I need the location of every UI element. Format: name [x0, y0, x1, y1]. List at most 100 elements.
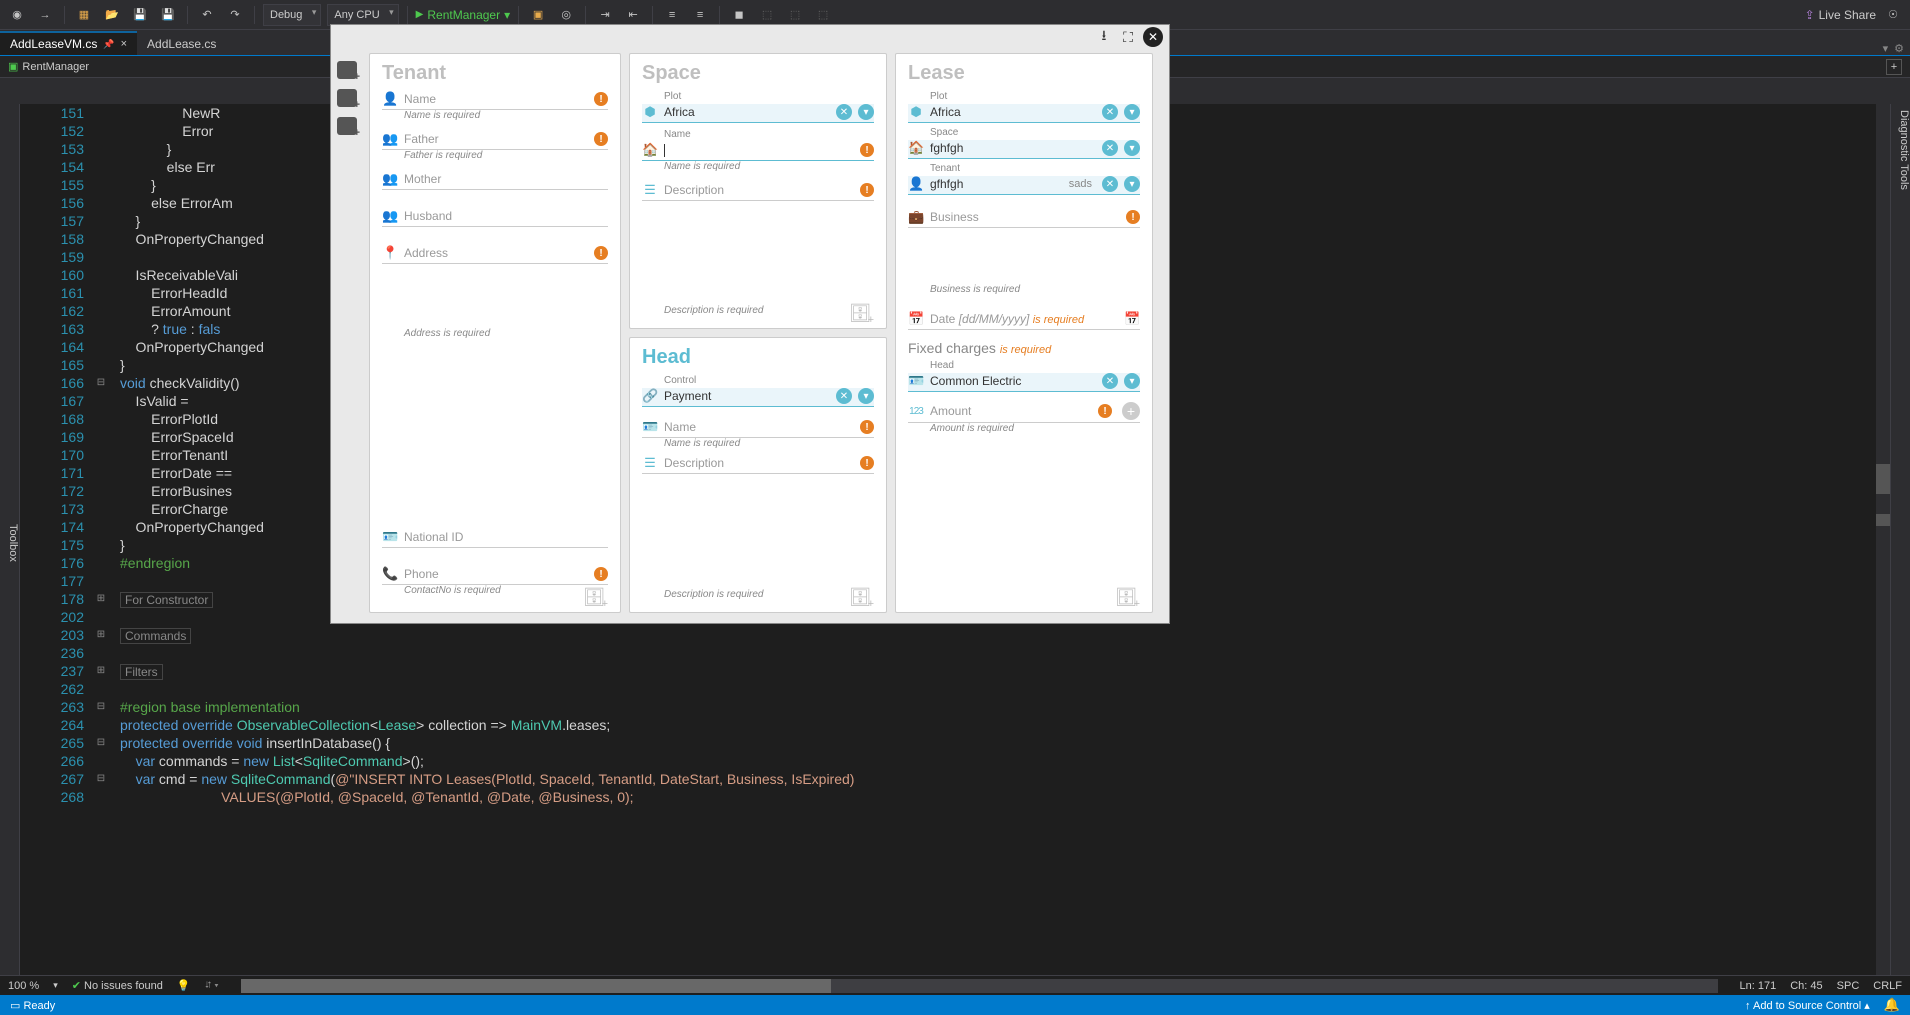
open-icon[interactable]: 📂 — [101, 4, 123, 26]
breadcrumb-add-icon[interactable]: + — [1886, 59, 1902, 75]
indent-icon[interactable]: ≡ — [661, 4, 683, 26]
husband-input[interactable]: Husband — [404, 209, 452, 223]
tool-icon5[interactable]: ⬚ — [812, 4, 834, 26]
db-add-icon[interactable]: 🗄 — [583, 587, 612, 608]
side-icon-1[interactable] — [337, 61, 357, 79]
notifications-icon[interactable]: 🔔 — [1884, 997, 1900, 1013]
tool-icon2[interactable]: ◎ — [555, 4, 577, 26]
redo-icon[interactable]: ↷ — [224, 4, 246, 26]
tool-icon4[interactable]: ⬚ — [784, 4, 806, 26]
dropdown-icon[interactable]: ▾ — [1124, 373, 1140, 389]
nid-input[interactable]: National ID — [404, 530, 463, 544]
phone-input[interactable]: Phone — [404, 567, 439, 581]
business-error: Business is required — [930, 284, 1140, 295]
tab-label: AddLease.cs — [147, 37, 216, 51]
desc-input[interactable]: Description — [664, 456, 724, 470]
db-add-icon[interactable]: 🗄 — [849, 303, 878, 324]
breadcrumb-project[interactable]: RentManager — [22, 61, 89, 73]
plot-label: Plot — [930, 91, 1140, 102]
feedback-icon[interactable]: ☉ — [1882, 4, 1904, 26]
error-icon: ! — [1126, 210, 1140, 224]
close-dialog-icon[interactable]: ✕ — [1143, 27, 1163, 47]
nav-fwd-icon[interactable]: → — [34, 4, 56, 26]
clear-icon[interactable]: ✕ — [1102, 140, 1118, 156]
tab-overflow-icon[interactable]: ▾ — [1883, 42, 1889, 55]
dropdown-icon[interactable]: ▾ — [1124, 140, 1140, 156]
mother-input[interactable]: Mother — [404, 172, 441, 186]
close-icon[interactable]: × — [121, 38, 127, 50]
side-icon-2[interactable] — [337, 89, 357, 107]
step-icon2[interactable]: ⇤ — [622, 4, 644, 26]
rail-diagnostic[interactable]: Diagnostic Tools — [1898, 110, 1910, 975]
outdent-icon[interactable]: ≡ — [689, 4, 711, 26]
undo-icon[interactable]: ↶ — [196, 4, 218, 26]
bookmark-icon[interactable]: ◼ — [728, 4, 750, 26]
link-icon: 🔗 — [642, 388, 658, 404]
new-project-icon[interactable]: ▦ — [73, 4, 95, 26]
tab-addlease[interactable]: AddLease.cs — [137, 31, 226, 55]
clear-icon[interactable]: ✕ — [1102, 373, 1118, 389]
control-label: Control — [664, 375, 874, 386]
tenant-value[interactable]: gfhfgh — [930, 177, 963, 191]
tab-settings-icon[interactable]: ⚙ — [1894, 42, 1904, 55]
save-icon[interactable]: 💾 — [129, 4, 151, 26]
date-input[interactable]: Date [dd/MM/yyyy] is required — [930, 312, 1084, 326]
father-input[interactable]: Father — [404, 132, 439, 146]
nav-back-icon[interactable]: ◉ — [6, 4, 28, 26]
horizontal-scrollbar[interactable] — [241, 979, 1718, 993]
db-add-icon[interactable]: 🗄 — [1115, 587, 1144, 608]
calendar-picker-icon[interactable]: 📅 — [1124, 311, 1140, 327]
start-button[interactable]: RentManager ▾ — [416, 8, 510, 22]
id-icon: 🪪 — [382, 529, 398, 545]
business-input[interactable]: Business — [930, 210, 979, 224]
tool-icon[interactable]: ▣ — [527, 4, 549, 26]
dropdown-icon[interactable]: ⮃ ▾ — [205, 980, 219, 991]
dropdown-icon[interactable]: ▾ — [858, 104, 874, 120]
platform-combo[interactable]: Any CPU — [327, 4, 398, 26]
plot-value[interactable]: Africa — [664, 105, 695, 119]
number-icon: 123 — [908, 406, 924, 417]
name-input[interactable] — [664, 144, 665, 157]
tool-icon3[interactable]: ⬚ — [756, 4, 778, 26]
name-input[interactable]: Name — [404, 92, 436, 106]
step-icon[interactable]: ⇥ — [594, 4, 616, 26]
add-source-control[interactable]: ↑ Add to Source Control ▴ — [1745, 999, 1870, 1012]
save-all-icon[interactable]: 💾 — [157, 4, 179, 26]
zoom-level[interactable]: 100 % — [8, 980, 39, 992]
issues-status[interactable]: No issues found — [72, 979, 163, 992]
side-icon-3[interactable] — [337, 117, 357, 135]
amount-input[interactable]: Amount — [930, 404, 971, 418]
dropdown-icon[interactable]: ▾ — [1124, 104, 1140, 120]
address-input[interactable]: Address — [404, 246, 448, 260]
expand-icon[interactable]: ⛶ — [1119, 28, 1137, 46]
desc-input[interactable]: Description — [664, 183, 724, 197]
plot-value[interactable]: Africa — [930, 105, 961, 119]
add-icon[interactable]: + — [1122, 402, 1140, 420]
lightbulb-icon[interactable]: 💡 — [177, 979, 191, 992]
space-value[interactable]: fghfgh — [930, 141, 963, 155]
error-icon: ! — [594, 132, 608, 146]
clear-icon[interactable]: ✕ — [1102, 104, 1118, 120]
overview-ruler[interactable] — [1876, 104, 1890, 975]
dropdown-icon[interactable]: ▾ — [1124, 176, 1140, 192]
tab-addleasevm[interactable]: AddLeaseVM.cs 📌 × — [0, 31, 137, 55]
clear-icon[interactable]: ✕ — [1102, 176, 1118, 192]
clear-icon[interactable]: ✕ — [836, 388, 852, 404]
db-add-icon[interactable]: 🗄 — [849, 587, 878, 608]
calendar-icon: 📅 — [908, 311, 924, 327]
import-icon[interactable]: ⭳ — [1095, 28, 1113, 46]
line-ending[interactable]: CRLF — [1873, 980, 1902, 992]
tenant-label: Tenant — [930, 163, 1140, 174]
clear-icon[interactable]: ✕ — [836, 104, 852, 120]
insert-mode[interactable]: SPC — [1837, 980, 1860, 992]
head-value[interactable]: Common Electric — [930, 374, 1021, 388]
config-combo[interactable]: Debug — [263, 4, 321, 26]
name-input[interactable]: Name — [664, 420, 696, 434]
toolbox-rail[interactable]: Toolbox — [0, 104, 20, 975]
husband-icon: 👥 — [382, 208, 398, 224]
pin-icon[interactable]: 📌 — [103, 39, 114, 50]
live-share-button[interactable]: Live Share — [1805, 8, 1876, 22]
dropdown-icon[interactable]: ▾ — [858, 388, 874, 404]
control-value[interactable]: Payment — [664, 389, 711, 403]
father-icon: 👥 — [382, 131, 398, 147]
